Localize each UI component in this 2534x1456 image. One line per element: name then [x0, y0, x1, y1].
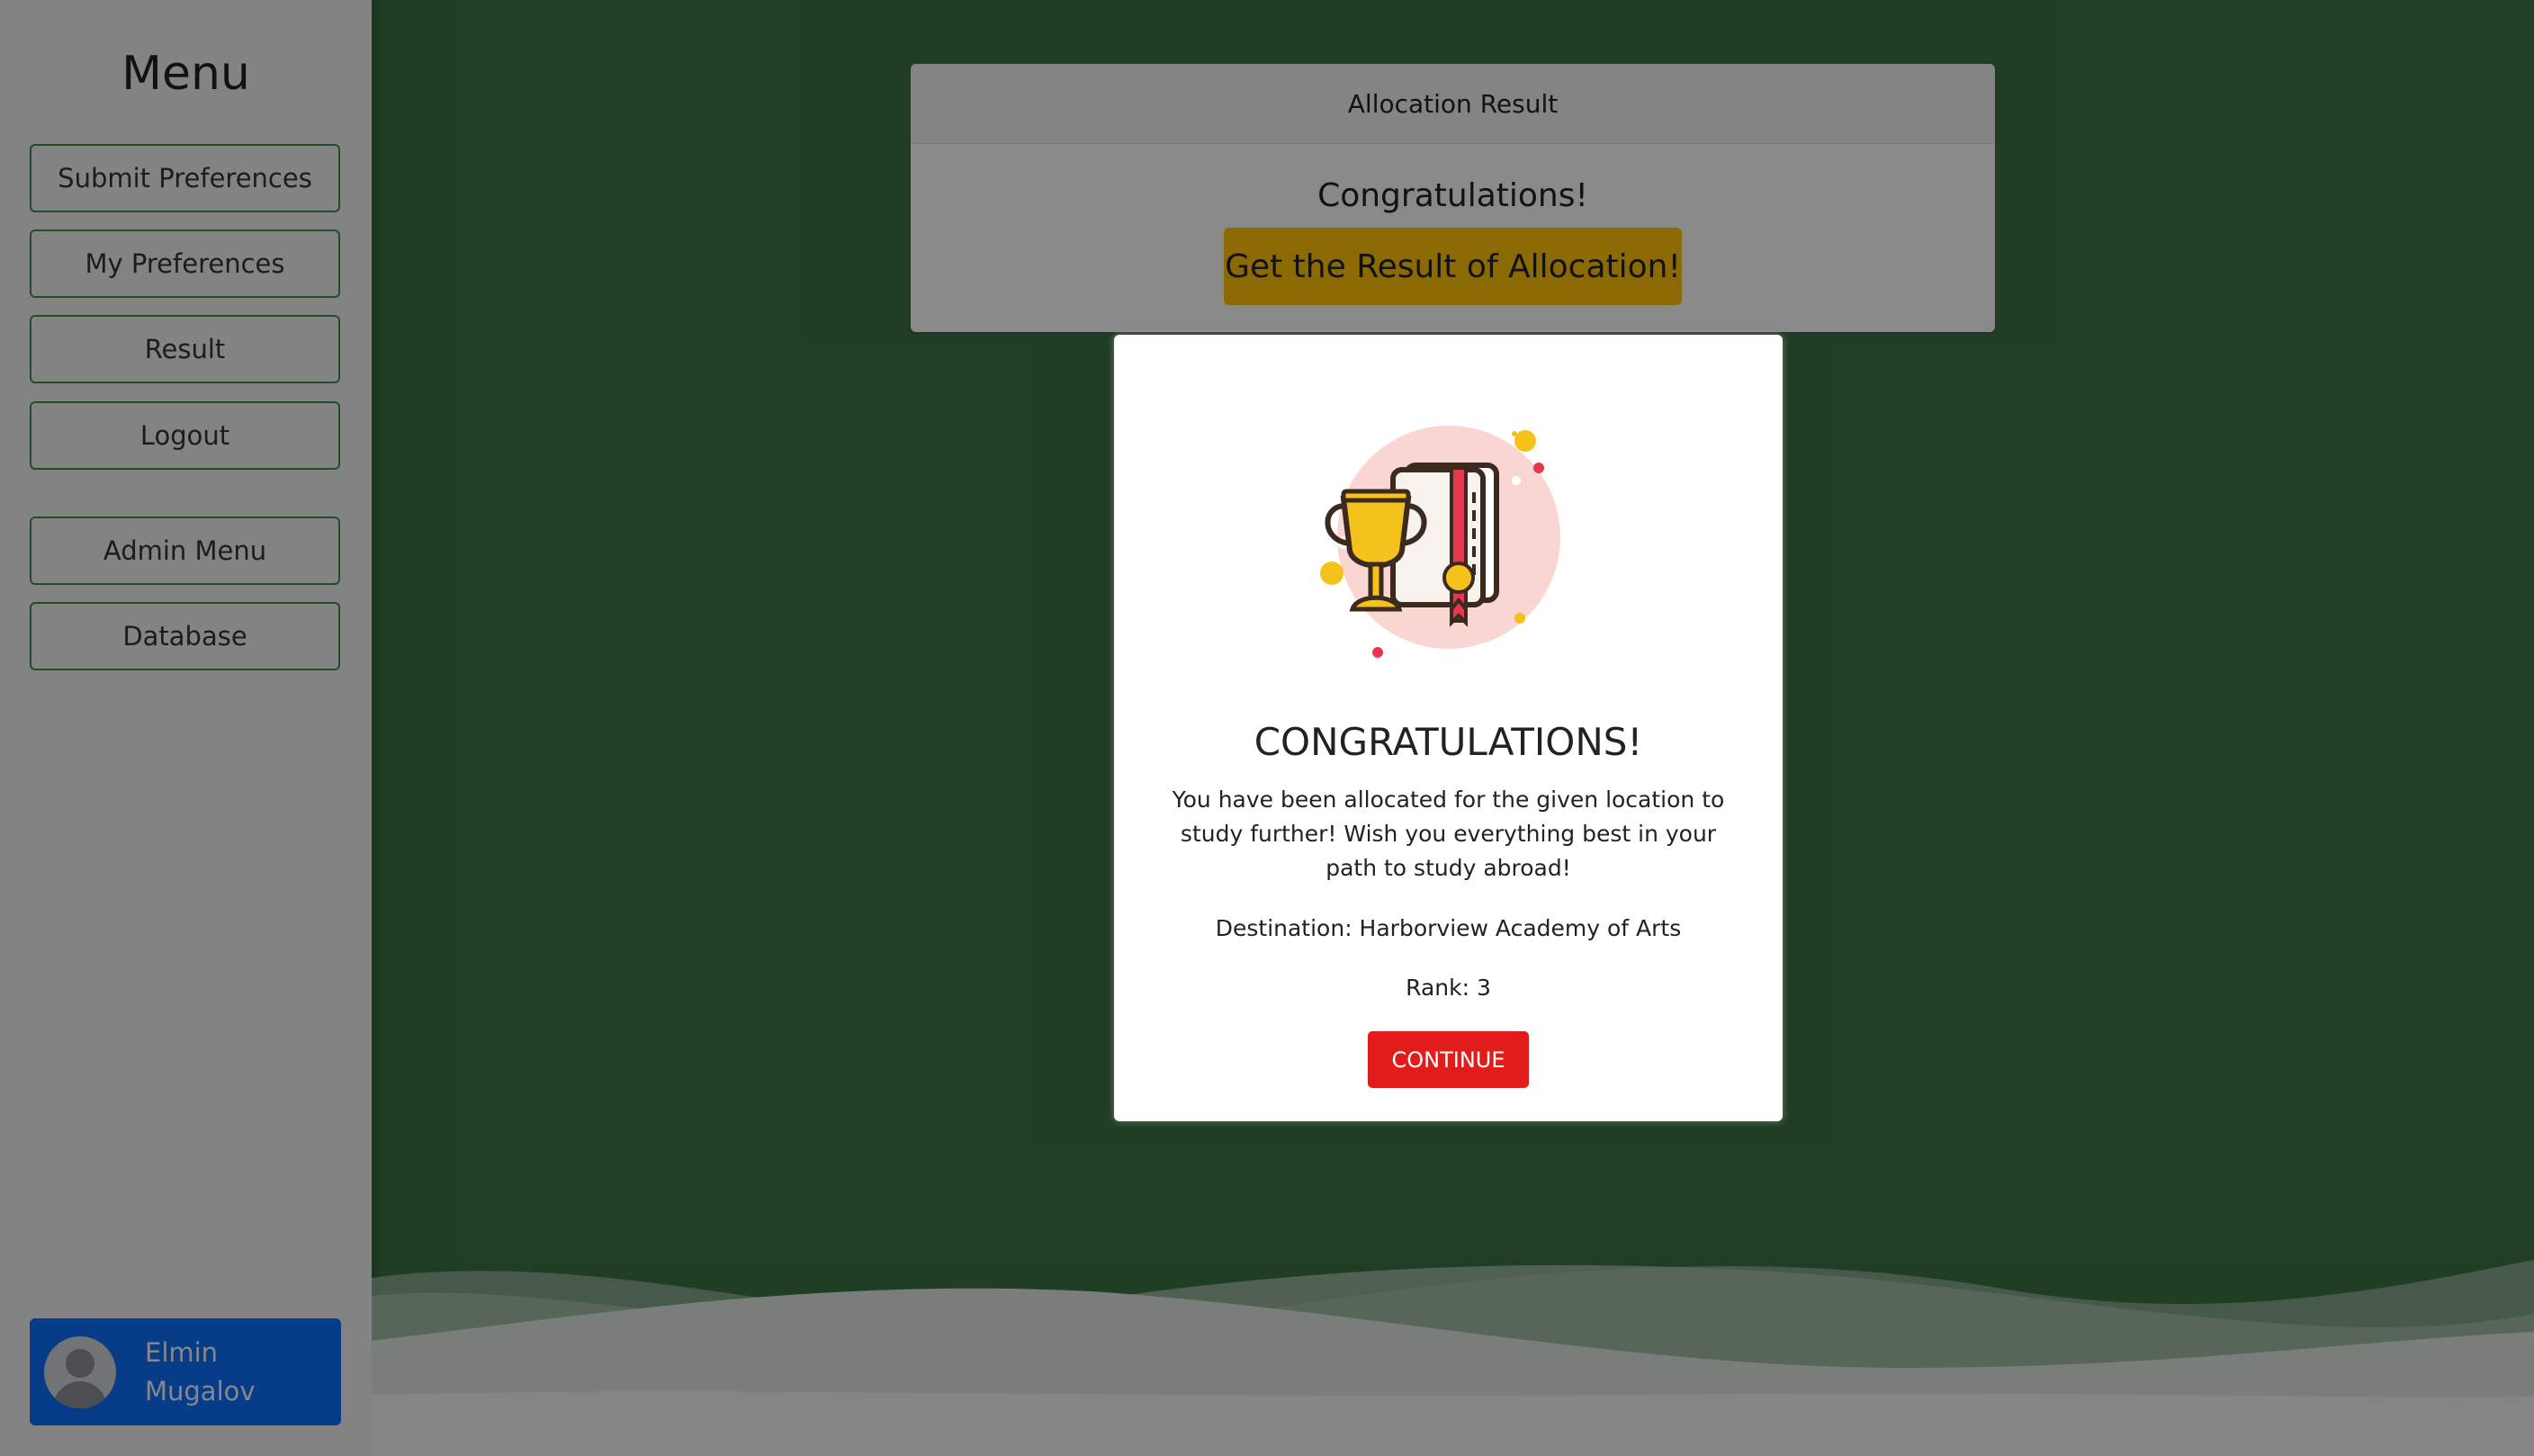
destination-text: Destination: Harborview Academy of Arts [1215, 915, 1682, 941]
congratulations-modal: CONGRATULATIONS! You have been allocated… [1114, 335, 1783, 1121]
trophy-certificate-icon [1320, 426, 1560, 658]
modal-title: CONGRATULATIONS! [1254, 720, 1643, 764]
modal-message: You have been allocated for the given lo… [1172, 786, 1725, 881]
rank-text: Rank: 3 [1406, 975, 1491, 1001]
continue-button[interactable]: CONTINUE [1368, 1031, 1529, 1088]
